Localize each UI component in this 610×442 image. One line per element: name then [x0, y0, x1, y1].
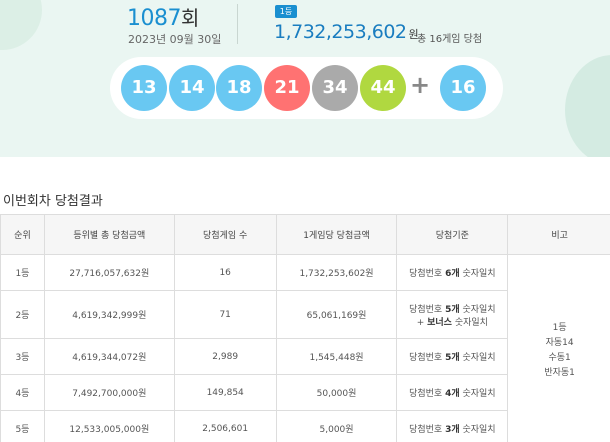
cell-per-game: 50,000원 [275, 374, 398, 411]
cell-per-game: 1,545,448원 [275, 338, 398, 375]
cell-total: 4,619,344,072원 [43, 338, 175, 375]
criteria-text: 숫자일치 [459, 425, 496, 435]
criteria-text: 숫자일치 [459, 353, 496, 363]
first-prize-value: 1,732,253,602 [274, 21, 407, 43]
results-table: 순위 등위별 총 당첨금액 당첨게임 수 1게임당 당첨금액 당첨기준 비고 1… [0, 214, 610, 442]
cell-rank: 5등 [0, 410, 45, 442]
header-note: 비고 [507, 214, 610, 255]
cell-games: 2,989 [173, 338, 277, 375]
table-row: 1등 27,716,057,632원 16 1,732,253,602원 당첨번… [0, 254, 610, 442]
plus-icon: + [410, 71, 431, 99]
criteria-text: 당첨번호 [409, 389, 446, 399]
cell-criteria: 당첨번호 3개 숫자일치 [396, 410, 509, 442]
cell-criteria: 당첨번호 5개 숫자일치 [396, 338, 509, 375]
number-ball: 44 [360, 65, 406, 111]
round-number: 1087 [127, 6, 182, 31]
note-line: 수동1 [548, 352, 571, 363]
header-criteria: 당첨기준 [396, 214, 509, 255]
criteria-text: 당첨번호 [409, 353, 446, 363]
cell-criteria: 당첨번호 5개 숫자일치 + 보너스 숫자일치 [396, 290, 509, 339]
criteria-text: 숫자일치 [459, 269, 496, 279]
decorative-blob [565, 55, 610, 157]
cell-total: 7,492,700,000원 [43, 374, 175, 411]
first-prize-amount: 1,732,253,602 원 [274, 21, 419, 43]
criteria-count: 4개 [445, 389, 460, 399]
cell-per-game: 5,000원 [275, 410, 398, 442]
bonus-ball: 16 [440, 65, 486, 111]
criteria-text: 당첨번호 [409, 425, 446, 435]
round-suffix: 회 [181, 6, 199, 30]
cell-games: 149,854 [173, 374, 277, 411]
cell-total: 12,533,005,000원 [43, 410, 175, 442]
winners-count: 총 16게임 당첨 [417, 34, 483, 45]
cell-note: 1등 자동14 수동1 반자동1 [507, 254, 610, 442]
cell-games: 16 [173, 254, 277, 291]
cell-per-game: 1,732,253,602원 [275, 254, 398, 291]
criteria-text: 숫자일치 [451, 317, 488, 328]
first-prize-badge: 1등 [275, 5, 297, 18]
cell-total: 27,716,057,632원 [43, 254, 175, 291]
criteria-text: 숫자일치 [459, 304, 496, 315]
note-line: 반자동1 [544, 367, 575, 378]
criteria-bonus: 보너스 [427, 317, 452, 328]
criteria-text: + [416, 317, 428, 328]
number-ball: 13 [121, 65, 167, 111]
cell-total: 4,619,342,999원 [43, 290, 175, 339]
criteria-count: 5개 [445, 353, 460, 363]
table-header-row: 순위 등위별 총 당첨금액 당첨게임 수 1게임당 당첨금액 당첨기준 비고 [0, 214, 610, 255]
header-games: 당첨게임 수 [173, 214, 277, 255]
round-title: 1087회 [127, 2, 199, 31]
criteria-count: 5개 [445, 304, 460, 315]
cell-per-game: 65,061,169원 [275, 290, 398, 339]
cell-rank: 1등 [0, 254, 45, 291]
divider [237, 4, 238, 44]
note-line: 1등 [552, 322, 567, 333]
criteria-text: 당첨번호 [409, 269, 446, 279]
criteria-count: 3개 [445, 425, 460, 435]
draw-date: 2023년 09월 30일 [128, 33, 222, 46]
number-ball: 21 [264, 65, 310, 111]
criteria-text: 숫자일치 [459, 389, 496, 399]
cell-criteria: 당첨번호 6개 숫자일치 [396, 254, 509, 291]
number-ball: 18 [216, 65, 262, 111]
decorative-blob [0, 0, 42, 50]
cell-games: 71 [173, 290, 277, 339]
cell-rank: 4등 [0, 374, 45, 411]
cell-rank: 2등 [0, 290, 45, 339]
cell-rank: 3등 [0, 338, 45, 375]
results-title: 이번회차 당첨결과 [3, 194, 103, 209]
winning-numbers: 13 14 18 21 34 44 + 16 [110, 57, 503, 119]
draw-summary-panel: 1087회 2023년 09월 30일 1등 1,732,253,602 원 총 … [0, 0, 610, 157]
cell-criteria: 당첨번호 4개 숫자일치 [396, 374, 509, 411]
header-total: 등위별 총 당첨금액 [43, 214, 175, 255]
criteria-text: 당첨번호 [409, 304, 446, 315]
number-ball: 14 [169, 65, 215, 111]
number-ball: 34 [312, 65, 358, 111]
cell-games: 2,506,601 [173, 410, 277, 442]
note-line: 자동14 [545, 337, 574, 348]
criteria-count: 6개 [445, 269, 460, 279]
header-per-game: 1게임당 당첨금액 [275, 214, 398, 255]
header-rank: 순위 [0, 214, 45, 255]
